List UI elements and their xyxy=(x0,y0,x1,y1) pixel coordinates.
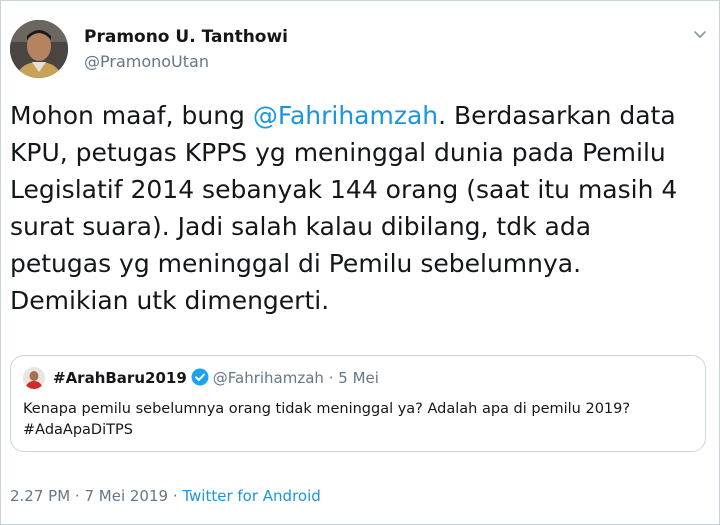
quoted-avatar[interactable] xyxy=(23,367,45,389)
author-handle[interactable]: @PramonoUtan xyxy=(84,52,209,71)
quoted-date[interactable]: 5 Mei xyxy=(338,369,379,387)
quoted-text: Kenapa pemilu sebelumnya orang tidak men… xyxy=(23,399,693,441)
tweet-footer: 2.27 PM · 7 Mei 2019 · Twitter for Andro… xyxy=(10,487,321,505)
mention-link[interactable]: @Fahrihamzah xyxy=(253,101,438,130)
quoted-hashtag: #AdaApaDiTPS xyxy=(23,422,133,438)
chevron-down-icon[interactable] xyxy=(692,26,708,42)
quoted-header: #ArahBaru2019 @Fahrihamzah · 5 Mei xyxy=(53,368,379,390)
quoted-handle[interactable]: @Fahrihamzah xyxy=(213,369,324,387)
author-name[interactable]: Pramono U. Tanthowi xyxy=(84,27,288,47)
tweet-timestamp[interactable]: 2.27 PM · 7 Mei 2019 · xyxy=(10,487,182,505)
quoted-text-line: Kenapa pemilu sebelumnya orang tidak men… xyxy=(23,401,631,417)
quoted-separator: · xyxy=(328,369,334,387)
quoted-name[interactable]: #ArahBaru2019 xyxy=(53,369,187,387)
author-avatar[interactable] xyxy=(10,20,68,78)
tweet-text-start: Mohon maaf, bung xyxy=(10,101,253,130)
verified-badge-icon xyxy=(191,368,209,390)
tweet-text-rest: . Berdasarkan data KPU, petugas KPPS yg … xyxy=(10,101,678,315)
tweet-source-link[interactable]: Twitter for Android xyxy=(182,487,320,505)
quoted-tweet[interactable]: #ArahBaru2019 @Fahrihamzah · 5 Mei Kenapa… xyxy=(10,355,706,452)
tweet-text: Mohon maaf, bung @Fahrihamzah. Berdasark… xyxy=(10,97,690,319)
